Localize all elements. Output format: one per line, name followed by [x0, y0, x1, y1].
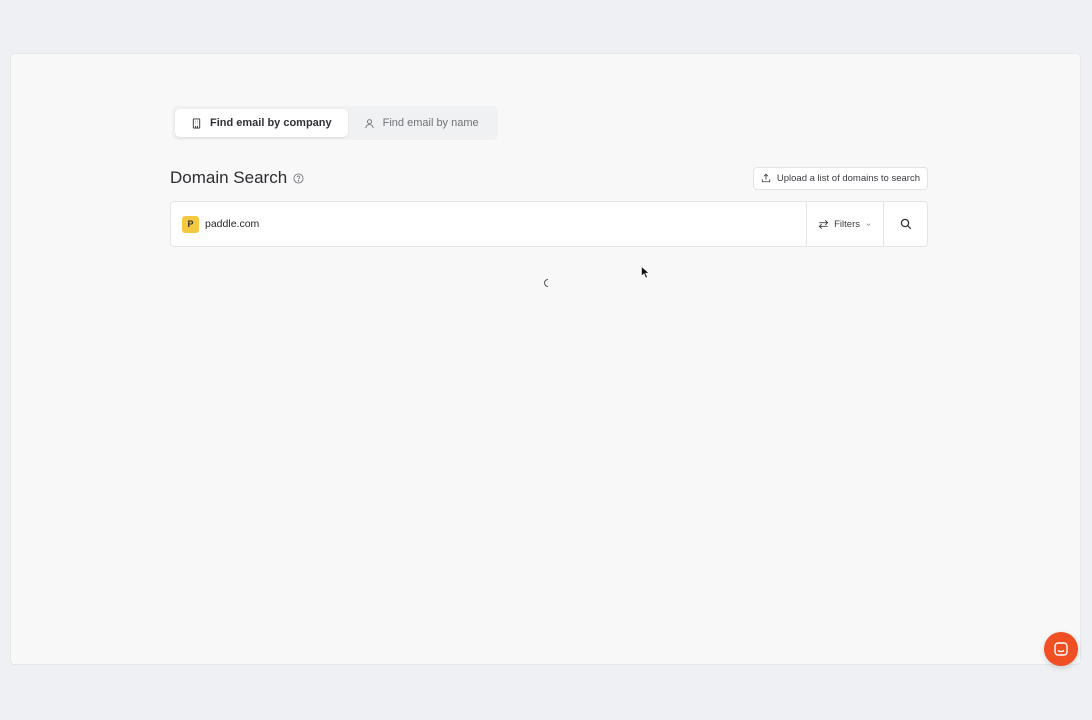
- page-title: Domain Search: [170, 168, 288, 187]
- chat-launcher-button[interactable]: [1044, 632, 1078, 666]
- tab-label: Find email by name: [382, 117, 479, 129]
- search-icon: [900, 218, 911, 230]
- tab-find-by-name[interactable]: Find email by name: [348, 109, 495, 137]
- main-card: Find email by company Find email by name…: [10, 53, 1081, 665]
- title-group: Domain Search: [170, 168, 304, 188]
- swap-arrows-icon: [818, 219, 829, 229]
- upload-icon: [761, 173, 771, 183]
- domain-favicon: P: [182, 215, 199, 233]
- search-button[interactable]: [883, 202, 927, 246]
- loading-spinner-icon: [544, 279, 549, 287]
- chat-icon: [1054, 642, 1068, 656]
- filters-button[interactable]: Filters: [806, 202, 883, 246]
- upload-domains-button[interactable]: Upload a list of domains to search: [752, 166, 928, 190]
- user-icon: [365, 118, 374, 128]
- mouse-cursor-icon: [641, 266, 650, 279]
- title-row: Domain Search Upload a list of domains t…: [170, 166, 928, 190]
- chevron-down-icon: [866, 222, 871, 226]
- search-mode-tabs: Find email by company Find email by name: [172, 106, 498, 140]
- help-circle-icon[interactable]: [293, 172, 304, 184]
- building-icon: [192, 117, 201, 129]
- favicon-letter: P: [187, 219, 194, 229]
- domain-input[interactable]: P paddle.com: [171, 202, 806, 246]
- tab-label: Find email by company: [210, 117, 332, 129]
- domain-search-bar: P paddle.com Filters: [170, 201, 928, 247]
- filters-label: Filters: [834, 218, 860, 230]
- domain-value: paddle.com: [205, 218, 260, 230]
- tab-find-by-company[interactable]: Find email by company: [175, 109, 348, 137]
- upload-label: Upload a list of domains to search: [776, 172, 920, 184]
